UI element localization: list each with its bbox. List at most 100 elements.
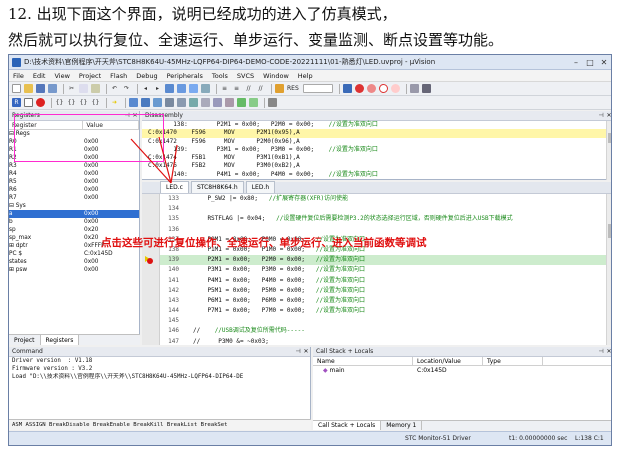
- name-column[interactable]: Name: [313, 357, 413, 365]
- location-column[interactable]: Location/Value: [413, 357, 483, 365]
- find-combo[interactable]: [302, 84, 333, 93]
- register-value[interactable]: 0x00: [84, 194, 134, 202]
- disassembly-line[interactable]: C:0x1476 F5B2 MOV P3M0(0xB2),A: [142, 162, 611, 170]
- register-value[interactable]: 0x00: [84, 258, 134, 266]
- register-row[interactable]: a 0x00: [9, 210, 139, 218]
- comment-icon[interactable]: //: [244, 84, 253, 93]
- command-window-icon[interactable]: [129, 98, 138, 107]
- bookmark-prev-icon[interactable]: [177, 84, 186, 93]
- register-value[interactable]: 0x00: [84, 266, 134, 274]
- tab-registers[interactable]: Registers: [40, 335, 80, 345]
- editor-scrollbar[interactable]: [606, 194, 611, 345]
- callstack-window-icon[interactable]: [177, 98, 186, 107]
- disassembly-line[interactable]: 139: P3M1 = 0x00; P3M0 = 0x00; //设置为准双向口: [142, 146, 611, 154]
- source-line[interactable]: 133 P_SW2 |= 0x80; //扩展寄存器(XFR)访问使能: [142, 194, 611, 204]
- show-next-statement-icon[interactable]: ➜: [110, 98, 119, 107]
- menu-file[interactable]: File: [13, 72, 24, 80]
- unindent-icon[interactable]: ≡: [232, 84, 241, 93]
- reset-icon[interactable]: R: [12, 98, 21, 107]
- register-value[interactable]: 0x00: [84, 186, 134, 194]
- source-line[interactable]: 135 RSTFLAG |= 0x04; //设置硬件复位后需要检测P3.2的状…: [142, 214, 611, 224]
- command-input[interactable]: ASM ASSIGN BreakDisable BreakEnable Brea…: [9, 419, 311, 430]
- disassembly-line[interactable]: C:0x1472 F596 MOV P2M0(0x96),A: [142, 138, 611, 146]
- stop-icon[interactable]: [36, 98, 45, 107]
- source-line[interactable]: 145: [142, 316, 611, 326]
- save-all-icon[interactable]: [48, 84, 57, 93]
- disassembly-window-icon[interactable]: [141, 98, 150, 107]
- system-viewer-icon[interactable]: [249, 98, 258, 107]
- disassembly-line[interactable]: C:0x1470 F596 MOV P2M1(0x95),A: [142, 129, 611, 138]
- minimize-button[interactable]: –: [569, 58, 583, 67]
- debug-session-icon[interactable]: [342, 84, 352, 93]
- menu-view[interactable]: View: [54, 72, 69, 80]
- breakpoint-gutter[interactable]: [142, 194, 160, 345]
- nav-forward-icon[interactable]: ▸: [153, 84, 162, 93]
- trace-window-icon[interactable]: [237, 98, 246, 107]
- table-row[interactable]: ◆ main C:0x145D: [313, 366, 611, 375]
- undo-icon[interactable]: ↶: [110, 84, 119, 93]
- indent-icon[interactable]: ≡: [220, 84, 229, 93]
- serial-window-icon[interactable]: [213, 98, 222, 107]
- window-layout-icon[interactable]: [409, 84, 419, 93]
- pin-icon[interactable]: ⊣: [597, 347, 605, 356]
- open-folder-icon[interactable]: [24, 84, 33, 93]
- menu-window[interactable]: Window: [263, 72, 289, 80]
- new-file-icon[interactable]: [12, 84, 21, 93]
- type-column[interactable]: Type: [483, 357, 543, 365]
- register-row[interactable]: states 0x00: [9, 258, 139, 266]
- register-row[interactable]: PC $ C:0x145D: [9, 250, 139, 258]
- disable-all-breakpoints-icon[interactable]: [390, 84, 400, 93]
- tab-project[interactable]: Project: [9, 335, 41, 345]
- menu-edit[interactable]: Edit: [33, 72, 46, 80]
- watch-window-icon[interactable]: [189, 98, 198, 107]
- symbols-window-icon[interactable]: [153, 98, 162, 107]
- register-row[interactable]: R5 0x00: [9, 178, 139, 186]
- run-icon[interactable]: [24, 98, 33, 107]
- nav-back-icon[interactable]: ◂: [141, 84, 150, 93]
- register-row[interactable]: R7 0x00: [9, 194, 139, 202]
- memory-window-icon[interactable]: [201, 98, 210, 107]
- breakpoint-icon[interactable]: [354, 84, 364, 93]
- tab-memory-1[interactable]: Memory 1: [381, 421, 423, 430]
- register-value[interactable]: 0x00: [84, 162, 134, 170]
- menu-peripherals[interactable]: Peripherals: [167, 72, 203, 80]
- uncomment-icon[interactable]: //: [256, 84, 265, 93]
- register-row[interactable]: R6 0x00: [9, 186, 139, 194]
- source-line[interactable]: 142 P5M1 = 0x00; P5M0 = 0x00; //设置为准双向口: [142, 286, 611, 296]
- run-to-cursor-icon[interactable]: {}: [91, 98, 100, 107]
- register-value[interactable]: 0x00: [84, 170, 134, 178]
- bookmark-icon[interactable]: [165, 84, 174, 93]
- toolbox-icon[interactable]: [268, 98, 277, 107]
- disassembly-line[interactable]: C:0x1474 F5B1 MOV P3M1(0xB1),A: [142, 154, 611, 162]
- menu-help[interactable]: Help: [298, 72, 313, 80]
- kill-breakpoints-icon[interactable]: [366, 84, 376, 93]
- register-row[interactable]: ⊟ Sys: [9, 202, 139, 210]
- disassembly-line[interactable]: 140: P4M1 = 0x00; P4M0 = 0x00; //设置为准双向口: [142, 171, 611, 179]
- pane-close-icon[interactable]: ✕: [605, 111, 611, 120]
- cut-icon[interactable]: ✂: [67, 84, 76, 93]
- bookmark-next-icon[interactable]: [189, 84, 198, 93]
- step-over-icon[interactable]: {}: [67, 98, 76, 107]
- menu-svcs[interactable]: SVCS: [237, 72, 254, 80]
- menu-flash[interactable]: Flash: [110, 72, 127, 80]
- register-row[interactable]: sp 0x20: [9, 226, 139, 234]
- menu-tools[interactable]: Tools: [212, 72, 228, 80]
- maximize-button[interactable]: □: [583, 58, 597, 67]
- register-row[interactable]: b 0x00: [9, 218, 139, 226]
- menu-debug[interactable]: Debug: [136, 72, 157, 80]
- source-line[interactable]: 134: [142, 204, 611, 214]
- pin-icon[interactable]: ⊣: [597, 111, 605, 120]
- register-value[interactable]: [84, 202, 134, 210]
- copy-icon[interactable]: [79, 84, 88, 93]
- tab-led-h[interactable]: LED.h: [245, 181, 276, 193]
- save-icon[interactable]: [36, 84, 45, 93]
- tab-callstack[interactable]: Call Stack + Locals: [313, 421, 382, 430]
- registers-window-icon[interactable]: [165, 98, 174, 107]
- tab-led-c[interactable]: LED.c: [160, 181, 189, 193]
- menu-project[interactable]: Project: [79, 72, 101, 80]
- step-into-icon[interactable]: {}: [55, 98, 64, 107]
- pane-close-icon[interactable]: ✕: [302, 347, 310, 356]
- step-out-icon[interactable]: {}: [79, 98, 88, 107]
- pin-icon[interactable]: ⊣: [294, 347, 302, 356]
- source-line[interactable]: 147 // P3M0 &= ~0x03;: [142, 337, 611, 347]
